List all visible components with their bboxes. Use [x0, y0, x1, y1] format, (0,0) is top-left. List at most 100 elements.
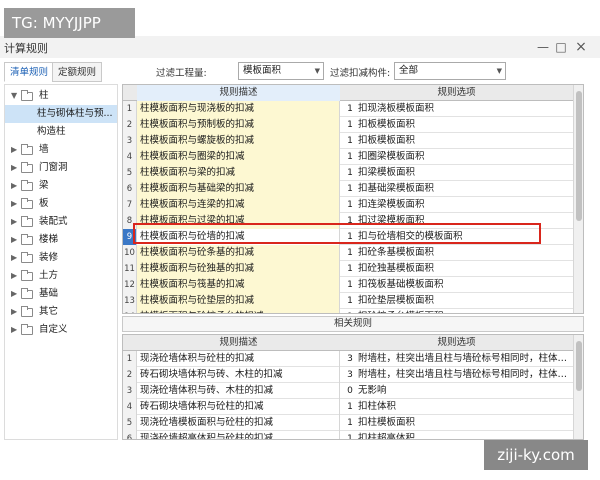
rule-option-cell[interactable]: 附墙柱，柱突出墙且柱与墙砼标号相同时，柱体积并...: [358, 367, 571, 383]
scrollbar-thumb[interactable]: [576, 91, 582, 221]
rule-option-cell[interactable]: 扣筏板基础模板面积: [358, 277, 571, 293]
collapse-arrow-icon[interactable]: ▶: [11, 177, 17, 195]
row-number: 2: [123, 117, 137, 133]
tab-quota-rules[interactable]: 定额规则: [52, 62, 103, 82]
tree-node-foundation[interactable]: ▶ 基础: [5, 285, 117, 303]
tree-node-decoration[interactable]: ▶ 装修: [5, 249, 117, 267]
table-row[interactable]: 6 现浇砼墙超高体积与砼柱的扣减 1 扣柱超高体积: [123, 431, 573, 439]
table-row[interactable]: 4 柱模板面积与圈梁的扣减 1 扣圈梁模板面积: [123, 149, 573, 165]
tree-node-wall[interactable]: ▶ 墙: [5, 141, 117, 159]
rule-description-cell[interactable]: 现浇砼墙体积与砖、木柱的扣减: [137, 383, 340, 399]
tree-node-beam[interactable]: ▶ 梁: [5, 177, 117, 195]
tree-node-other[interactable]: ▶ 其它: [5, 303, 117, 321]
tree-node-door-window[interactable]: ▶ 门窗洞: [5, 159, 117, 177]
table-row[interactable]: 3 现浇砼墙体积与砖、木柱的扣减 0 无影响: [123, 383, 573, 399]
rule-description-cell[interactable]: 砖石砌块墙体积与砖、木柱的扣减: [137, 367, 340, 383]
table-row[interactable]: 3 柱模板面积与螺旋板的扣减 1 扣板模板面积: [123, 133, 573, 149]
rule-option-cell[interactable]: 扣砼条基模板面积: [358, 245, 571, 261]
rule-description-cell[interactable]: 柱模板面积与连梁的扣减: [137, 197, 340, 213]
rule-option-cell[interactable]: 扣圈梁模板面积: [358, 149, 571, 165]
tree-node-prefab[interactable]: ▶ 装配式: [5, 213, 117, 231]
rule-option-cell[interactable]: 扣梁模板面积: [358, 165, 571, 181]
member-filter-select[interactable]: 全部 ▼: [394, 62, 506, 80]
rule-option-cell[interactable]: 扣柱超高体积: [358, 431, 571, 439]
rule-option-cell[interactable]: 无影响: [358, 383, 571, 399]
rule-option-cell[interactable]: 扣柱模板面积: [358, 415, 571, 431]
table-row[interactable]: 1 柱模板面积与现浇板的扣减 1 扣现浇板模板面积: [123, 101, 573, 117]
tree-node-earthwork[interactable]: ▶ 土方: [5, 267, 117, 285]
table-row[interactable]: 14柱模板面积与砼桩承台的扣减1扣砼桩承台模板面积: [123, 309, 573, 313]
scrollbar-thumb[interactable]: [576, 341, 582, 391]
rule-description-cell[interactable]: 砖石砌块墙体积与砼柱的扣减: [137, 399, 340, 415]
rule-description-cell[interactable]: 柱模板面积与砼垫层的扣减: [137, 293, 340, 309]
rule-option-cell[interactable]: 扣现浇板模板面积: [358, 101, 571, 117]
project-filter-select[interactable]: 模板面积 ▼: [238, 62, 324, 80]
table-row[interactable]: 7 柱模板面积与连梁的扣减 1 扣连梁模板面积: [123, 197, 573, 213]
close-button[interactable]: ×: [572, 38, 590, 56]
tree-node-construction-column[interactable]: 构造柱: [5, 123, 117, 141]
rule-option-cell[interactable]: 附墙柱，柱突出墙且柱与墙砼标号相同时，柱体积并...: [358, 351, 571, 367]
table-row[interactable]: 5 柱模板面积与梁的扣减 1 扣梁模板面积: [123, 165, 573, 181]
related-rules-bar[interactable]: 相关规则: [122, 316, 584, 332]
related-grid-scrollbar[interactable]: [573, 335, 583, 439]
rule-option-cell[interactable]: 扣连梁模板面积: [358, 197, 571, 213]
tree-node-stairs[interactable]: ▶ 楼梯: [5, 231, 117, 249]
collapse-arrow-icon[interactable]: ▶: [11, 195, 17, 213]
collapse-arrow-icon[interactable]: ▶: [11, 321, 17, 339]
rule-description-cell[interactable]: 柱模板面积与螺旋板的扣减: [137, 133, 340, 149]
column-header-option[interactable]: 规则选项: [340, 85, 573, 101]
rule-description-cell[interactable]: 柱模板面积与梁的扣减: [137, 165, 340, 181]
collapse-arrow-icon[interactable]: ▶: [11, 285, 17, 303]
table-row[interactable]: 5 现浇砼墙模板面积与砼柱的扣减 1 扣柱模板面积: [123, 415, 573, 431]
rule-description-cell[interactable]: 柱模板面积与砼独基的扣减: [137, 261, 340, 277]
table-row[interactable]: 6 柱模板面积与基础梁的扣减 1 扣基础梁模板面积: [123, 181, 573, 197]
table-row[interactable]: 10 柱模板面积与砼条基的扣减 1 扣砼条基模板面积: [123, 245, 573, 261]
rule-description-cell[interactable]: 柱模板面积与砼条基的扣减: [137, 245, 340, 261]
tree-node-column-masonry[interactable]: 柱与砌体柱与预...: [5, 105, 117, 123]
expand-arrow-icon[interactable]: ▼: [11, 87, 17, 105]
rules-grid-scrollbar[interactable]: [573, 85, 583, 313]
rule-option-cell[interactable]: 扣板模板面积: [358, 117, 571, 133]
minimize-button[interactable]: —: [534, 38, 552, 56]
rule-description-cell[interactable]: 柱模板面积与砼桩承台的扣减: [137, 309, 340, 313]
project-filter-label: 过滤工程量:: [156, 68, 207, 79]
tree-node-column[interactable]: ▼ 柱: [5, 87, 117, 105]
collapse-arrow-icon[interactable]: ▶: [11, 159, 17, 177]
collapse-arrow-icon[interactable]: ▶: [11, 141, 17, 159]
rule-option-cell[interactable]: 扣基础梁模板面积: [358, 181, 571, 197]
rule-option-cell[interactable]: 扣砼独基模板面积: [358, 261, 571, 277]
rule-option-cell[interactable]: 扣砼垫层模板面积: [358, 293, 571, 309]
rule-description-cell[interactable]: 柱模板面积与圈梁的扣减: [137, 149, 340, 165]
rule-description-cell[interactable]: 现浇砼墙超高体积与砼柱的扣减: [137, 431, 340, 439]
table-row[interactable]: 2 柱模板面积与预制板的扣减 1 扣板模板面积: [123, 117, 573, 133]
rule-option-code-cell: 1: [342, 309, 358, 313]
table-row[interactable]: 4 砖石砌块墙体积与砼柱的扣减 1 扣柱体积: [123, 399, 573, 415]
collapse-arrow-icon[interactable]: ▶: [11, 213, 17, 231]
table-row[interactable]: 11 柱模板面积与砼独基的扣减 1 扣砼独基模板面积: [123, 261, 573, 277]
rule-description-cell[interactable]: 现浇砼墙模板面积与砼柱的扣减: [137, 415, 340, 431]
rule-option-cell[interactable]: 扣板模板面积: [358, 133, 571, 149]
table-row[interactable]: 12 柱模板面积与筏基的扣减 1 扣筏板基础模板面积: [123, 277, 573, 293]
table-row[interactable]: 13 柱模板面积与砼垫层的扣减 1 扣砼垫层模板面积: [123, 293, 573, 309]
tree-node-custom[interactable]: ▶ 自定义: [5, 321, 117, 339]
rule-option-cell[interactable]: 扣砼桩承台模板面积: [358, 309, 571, 313]
table-row[interactable]: 2 砖石砌块墙体积与砖、木柱的扣减 3 附墙柱，柱突出墙且柱与墙砼标号相同时，柱体积并…: [123, 367, 573, 383]
rule-description-cell[interactable]: 柱模板面积与筏基的扣减: [137, 277, 340, 293]
rule-description-cell[interactable]: 柱模板面积与基础梁的扣减: [137, 181, 340, 197]
collapse-arrow-icon[interactable]: ▶: [11, 267, 17, 285]
rule-description-cell[interactable]: 现浇砼墙体积与砼柱的扣减: [137, 351, 340, 367]
collapse-arrow-icon[interactable]: ▶: [11, 249, 17, 267]
tab-list-rules[interactable]: 清单规则: [4, 62, 55, 82]
tree-node-slab[interactable]: ▶ 板: [5, 195, 117, 213]
column-header-description[interactable]: 规则描述: [137, 85, 340, 101]
maximize-button[interactable]: □: [552, 38, 570, 56]
collapse-arrow-icon[interactable]: ▶: [11, 303, 17, 321]
table-row[interactable]: 1 现浇砼墙体积与砼柱的扣减 3 附墙柱，柱突出墙且柱与墙砼标号相同时，柱体积并...: [123, 351, 573, 367]
rule-option-cell[interactable]: 扣柱体积: [358, 399, 571, 415]
rule-description-cell[interactable]: 柱模板面积与预制板的扣减: [137, 117, 340, 133]
collapse-arrow-icon[interactable]: ▶: [11, 231, 17, 249]
column-header-description[interactable]: 规则描述: [137, 335, 340, 351]
column-header-option[interactable]: 规则选项: [340, 335, 573, 351]
rule-option-code-cell: 1: [347, 168, 353, 178]
rule-description-cell[interactable]: 柱模板面积与现浇板的扣减: [137, 101, 340, 117]
